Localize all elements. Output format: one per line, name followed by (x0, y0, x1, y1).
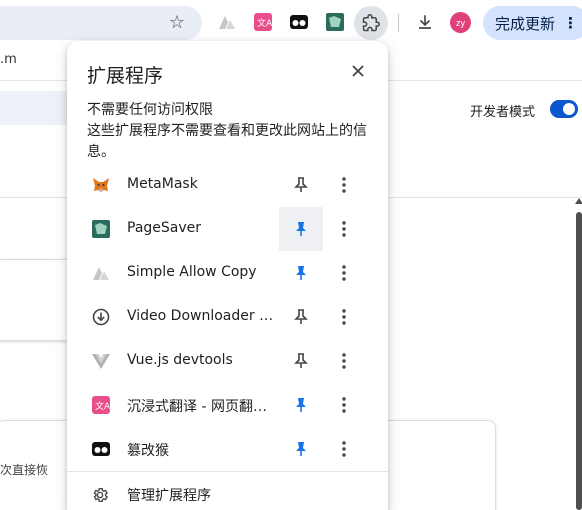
browser-toolbar: ☆ 文A zy 完成更新 ⋮ (0, 0, 582, 46)
more-options-icon[interactable] (329, 163, 359, 207)
video-downloader-icon (92, 308, 110, 326)
extension-name: PageSaver (127, 220, 202, 236)
update-button[interactable]: 完成更新 ⋮ (483, 6, 582, 40)
more-options-icon[interactable] (329, 251, 359, 295)
page-url-fragment: .m (0, 52, 17, 67)
close-button[interactable] (348, 61, 368, 81)
toolbar-separator (398, 14, 399, 32)
tampermonkey-toolbar-icon[interactable] (290, 13, 308, 31)
extension-list: MetaMask PageSaver Simple Allow Copy Vid… (67, 163, 388, 471)
bookmark-star-icon[interactable]: ☆ (166, 11, 188, 33)
scrollbar-thumb[interactable] (576, 212, 582, 510)
immersive-translate-toolbar-icon[interactable]: 文A (254, 13, 272, 31)
download-icon[interactable] (414, 11, 436, 33)
extension-row-video-downloader[interactable]: Video Downloader professional (67, 295, 388, 339)
developer-mode-label: 开发者模式 (470, 105, 536, 120)
divider (67, 471, 388, 472)
more-options-icon[interactable] (329, 339, 359, 383)
section-title: 不需要任何访问权限 (87, 102, 213, 118)
more-options-icon[interactable] (329, 207, 359, 251)
svg-text:文A: 文A (257, 17, 272, 29)
menu-title: 扩展程序 (87, 65, 164, 87)
profile-avatar[interactable]: zy (450, 12, 471, 33)
extensions-menu: 扩展程序 不需要任何访问权限 这些扩展程序不需要查看和更改此网站上的信息。 Me… (67, 41, 388, 510)
pagesaver-icon (92, 220, 110, 238)
scroll-up-arrow-icon[interactable] (575, 198, 582, 204)
puzzle-icon (362, 14, 380, 32)
extension-row-vue-devtools[interactable]: Vue.js devtools (67, 339, 388, 383)
manage-extensions-label: 管理扩展程序 (127, 488, 211, 504)
unpinned-pin-icon[interactable] (279, 339, 323, 383)
extension-name: Video Downloader professional (127, 308, 277, 324)
metamask-fox-icon (92, 176, 110, 194)
pinned-pin-icon[interactable] (279, 251, 323, 295)
extensions-button[interactable] (354, 6, 388, 40)
svg-text:文A: 文A (95, 400, 110, 412)
unpinned-pin-icon[interactable] (279, 163, 323, 207)
more-options-icon[interactable] (329, 295, 359, 339)
immersive-translate-icon: 文A (92, 396, 110, 414)
extension-row-immersive-translate[interactable]: 文A 沉浸式翻译 - 网页翻译插件 (67, 383, 388, 427)
pagesaver-toolbar-icon[interactable] (326, 13, 344, 31)
card-text: 次直接恢 (0, 463, 49, 477)
page-header-band (0, 91, 70, 125)
more-options-icon[interactable] (329, 427, 359, 471)
gear-icon (91, 486, 109, 504)
more-vert-icon: ⋮ (563, 14, 579, 32)
vue-icon (92, 352, 110, 370)
extension-name: MetaMask (127, 176, 198, 192)
tampermonkey-icon (92, 440, 110, 458)
extension-row-simple-allow-copy[interactable]: Simple Allow Copy (67, 251, 388, 295)
extension-row-metamask[interactable]: MetaMask (67, 163, 388, 207)
update-button-label: 完成更新 (495, 14, 556, 33)
extension-card (0, 259, 76, 341)
unpinned-pin-icon[interactable] (279, 295, 323, 339)
extension-name: Simple Allow Copy (127, 264, 257, 280)
extension-name: 篡改猴 (127, 443, 169, 459)
manage-extensions-button[interactable]: 管理扩展程序 (67, 475, 388, 510)
extension-row-tampermonkey[interactable]: 篡改猴 (67, 427, 388, 471)
extension-name: Vue.js devtools (127, 352, 233, 368)
pinned-pin-icon[interactable] (279, 207, 323, 251)
extension-row-pagesaver[interactable]: PageSaver (67, 207, 388, 251)
more-options-icon[interactable] (329, 383, 359, 427)
close-icon (352, 65, 364, 77)
pinned-pin-icon[interactable] (279, 427, 323, 471)
pinned-pin-icon[interactable] (279, 383, 323, 427)
simple-allow-copy-toolbar-icon[interactable] (218, 13, 236, 31)
developer-mode-toggle[interactable] (550, 100, 578, 118)
section-description: 这些扩展程序不需要查看和更改此网站上的信息。 (87, 123, 367, 160)
simple-allow-copy-icon (92, 264, 110, 282)
extension-name: 沉浸式翻译 - 网页翻译插件 (127, 399, 277, 415)
